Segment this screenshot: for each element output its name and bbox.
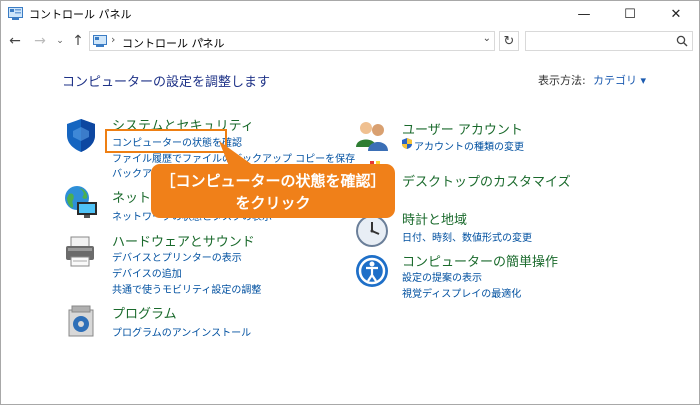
window-title: コントロール パネル: [29, 8, 132, 21]
view-by-label: 表示方法:: [538, 74, 586, 87]
user-accounts-icon[interactable]: [354, 117, 390, 153]
control-panel-window: コントロール パネル — ☐ ✕ ← → ⌄ ↑ › コントロール パネル › …: [0, 0, 700, 405]
up-button[interactable]: ↑: [69, 31, 87, 51]
clock-icon[interactable]: [354, 213, 390, 249]
recent-locations-button[interactable]: ⌄: [51, 31, 69, 51]
category-user-accounts[interactable]: ユーザー アカウント: [402, 119, 523, 138]
category-programs[interactable]: プログラム: [112, 303, 177, 322]
network-globe-icon[interactable]: [63, 184, 99, 220]
refresh-button[interactable]: ↻: [499, 31, 519, 51]
back-button[interactable]: ←: [6, 31, 24, 51]
category-clock-region[interactable]: 時計と地域: [402, 209, 467, 228]
address-bar[interactable]: › コントロール パネル › ⌄: [89, 31, 495, 51]
minimize-button[interactable]: —: [561, 1, 607, 27]
category-desktop-customization[interactable]: デスクトップのカスタマイズ: [402, 171, 571, 190]
breadcrumb-control-panel[interactable]: コントロール パネル: [122, 35, 225, 51]
link-date-time-format[interactable]: 日付、時刻、数値形式の変更: [402, 229, 532, 244]
control-panel-icon: [93, 35, 107, 47]
printer-icon[interactable]: [63, 233, 99, 269]
link-setting-suggestions[interactable]: 設定の提案の表示: [402, 269, 482, 284]
search-icon: [676, 35, 688, 47]
programs-icon[interactable]: [63, 302, 99, 338]
callout-line-2: をクリック: [235, 194, 311, 212]
link-change-account-type[interactable]: アカウントの種類の変更: [414, 138, 524, 153]
view-by-dropdown[interactable]: カテゴリ ▾: [593, 72, 646, 88]
link-optimize-display[interactable]: 視覚ディスプレイの最適化: [402, 285, 521, 300]
close-button[interactable]: ✕: [653, 1, 699, 27]
link-uninstall-program[interactable]: プログラムのアンインストール: [112, 324, 251, 339]
breadcrumb-separator[interactable]: ›: [111, 33, 115, 46]
callout-line-1: ［コンピューターの状態を確認］: [160, 172, 386, 190]
highlight-box: [105, 129, 227, 153]
uac-shield-icon: [402, 138, 412, 149]
link-add-device[interactable]: デバイスの追加: [112, 265, 182, 280]
title-bar: コントロール パネル — ☐ ✕: [1, 1, 699, 27]
link-devices-printers[interactable]: デバイスとプリンターの表示: [112, 249, 242, 264]
shield-icon[interactable]: [63, 117, 99, 153]
page-title: コンピューターの設定を調整します: [62, 75, 271, 90]
search-input[interactable]: [525, 31, 693, 51]
instruction-callout: ［コンピューターの状態を確認］ をクリック: [151, 164, 395, 218]
link-mobility-settings[interactable]: 共通で使うモビリティ設定の調整: [112, 281, 261, 296]
category-hardware-sound[interactable]: ハードウェアとサウンド: [112, 231, 255, 250]
control-panel-icon: [8, 7, 23, 20]
forward-button[interactable]: →: [31, 31, 49, 51]
address-dropdown-button[interactable]: ⌄: [483, 33, 491, 44]
maximize-button[interactable]: ☐: [607, 1, 653, 27]
ease-of-access-icon[interactable]: [354, 253, 390, 289]
breadcrumb-separator[interactable]: ›: [200, 33, 204, 46]
category-ease-of-access[interactable]: コンピューターの簡単操作: [402, 251, 558, 270]
navigation-bar: ← → ⌄ ↑ › コントロール パネル › ⌄ ↻: [1, 27, 699, 55]
